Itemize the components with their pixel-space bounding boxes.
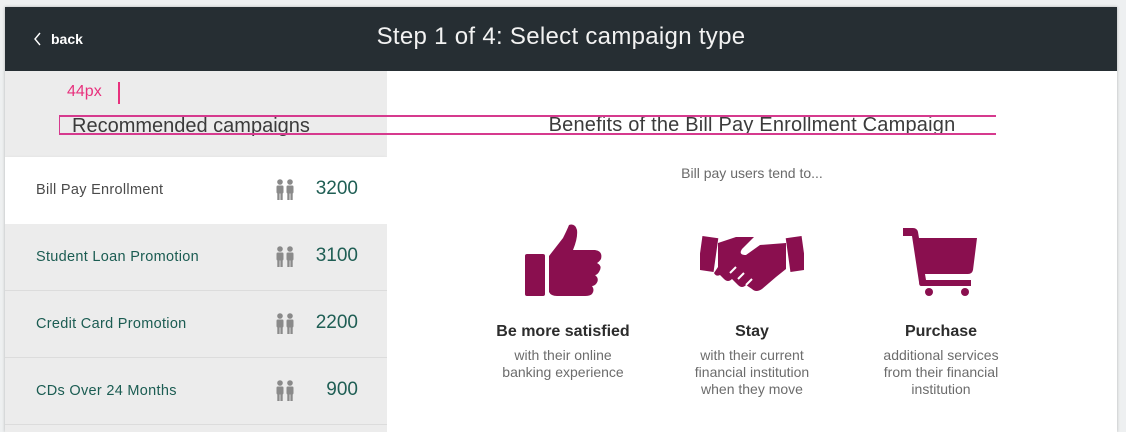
- campaign-name: CDs Over 24 Months: [36, 383, 177, 399]
- recommended-campaigns-panel: 44px Recommended campaigns Bill Pay Enro…: [5, 71, 387, 432]
- spacing-annotation-tick: [118, 82, 120, 104]
- campaign-count: 2200: [315, 312, 358, 333]
- campaign-row-credit-card[interactable]: Credit Card Promotion 2200: [5, 291, 387, 358]
- campaign-count: 900: [326, 379, 358, 400]
- page-title: Step 1 of 4: Select campaign type: [376, 23, 746, 50]
- description-line: with their current: [700, 347, 804, 363]
- benefit-description: with their current financial institution…: [657, 347, 847, 398]
- campaign-count: 3100: [315, 245, 358, 266]
- campaign-name: Bill Pay Enrollment: [36, 182, 164, 198]
- benefits-subtitle: Bill pay users tend to...: [681, 165, 823, 181]
- benefit-satisfied: Be more satisfied with their online bank…: [468, 221, 658, 381]
- campaign-row-cds[interactable]: CDs Over 24 Months 900: [5, 358, 387, 425]
- benefit-stay: Stay with their current financial instit…: [657, 221, 847, 398]
- people-icon: [276, 246, 294, 267]
- campaign-name: Credit Card Promotion: [36, 316, 187, 332]
- campaign-list: Bill Pay Enrollment 3200 Student Loan Pr…: [5, 157, 387, 425]
- spacing-guide-line-top: [59, 115, 996, 117]
- description-line: when they move: [701, 381, 803, 397]
- people-icon: [276, 179, 294, 200]
- description-line: institution: [911, 381, 971, 397]
- campaign-count: 3200: [315, 178, 358, 199]
- description-line: financial institution: [694, 364, 810, 380]
- benefits-panel: Benefits of the Bill Pay Enrollment Camp…: [387, 71, 1117, 432]
- thumbs-up-icon: [525, 224, 602, 296]
- people-icon: [276, 313, 294, 334]
- handshake-icon: [700, 236, 804, 291]
- description-line: banking experience: [502, 364, 624, 380]
- spacing-guide-edge: [59, 115, 60, 134]
- header-bar: back Step 1 of 4: Select campaign type: [5, 7, 1117, 71]
- people-icon: [276, 380, 294, 401]
- benefit-title: Be more satisfied: [496, 323, 630, 340]
- campaign-name: Student Loan Promotion: [36, 249, 199, 265]
- benefit-title: Stay: [735, 323, 769, 340]
- spacing-guide-line-bottom: [59, 133, 996, 135]
- campaign-row-bill-pay[interactable]: Bill Pay Enrollment 3200: [5, 157, 387, 224]
- description-line: additional services: [883, 347, 999, 363]
- benefit-purchase: Purchase additional services from their …: [846, 221, 1036, 398]
- spacing-annotation-label: 44px: [67, 83, 102, 100]
- description-line: with their online: [514, 347, 612, 363]
- description-line: from their financial: [883, 364, 999, 380]
- campaign-row-student-loan[interactable]: Student Loan Promotion 3100: [5, 224, 387, 291]
- benefit-title: Purchase: [904, 323, 978, 340]
- shopping-cart-icon: [903, 228, 977, 296]
- campaign-wizard-window: back Step 1 of 4: Select campaign type 4…: [5, 7, 1117, 432]
- benefit-description: with their online banking experience: [468, 347, 658, 381]
- benefit-description: additional services from their financial…: [846, 347, 1036, 398]
